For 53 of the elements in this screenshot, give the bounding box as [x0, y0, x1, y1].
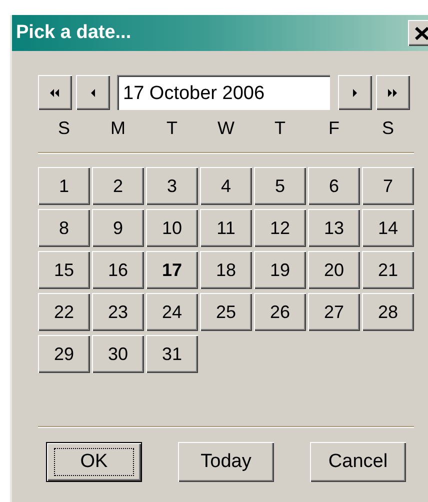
- weekday-label: S: [56, 117, 71, 140]
- day-button[interactable]: 14: [362, 209, 414, 247]
- day-button[interactable]: 24: [146, 293, 198, 331]
- day-button[interactable]: 27: [308, 293, 360, 331]
- left-arrow-icon: [90, 88, 96, 96]
- day-button[interactable]: 19: [254, 251, 306, 289]
- day-button[interactable]: 9: [92, 209, 144, 247]
- close-icon: [415, 26, 428, 40]
- day-button[interactable]: 17: [146, 251, 198, 289]
- day-button[interactable]: 13: [308, 209, 360, 247]
- day-button[interactable]: 2: [92, 167, 144, 205]
- weekday-label: F: [328, 117, 340, 140]
- ok-button[interactable]: OK: [46, 442, 142, 482]
- day-button[interactable]: 10: [146, 209, 198, 247]
- day-button[interactable]: 21: [362, 251, 414, 289]
- day-button[interactable]: 30: [92, 335, 144, 373]
- day-button[interactable]: 31: [146, 335, 198, 373]
- cancel-button[interactable]: Cancel: [310, 442, 406, 482]
- day-button[interactable]: 29: [38, 335, 90, 373]
- weekday-label: T: [166, 117, 178, 140]
- day-button[interactable]: 1: [38, 167, 90, 205]
- date-field[interactable]: 17 October 2006: [117, 75, 330, 110]
- day-button[interactable]: 26: [254, 293, 306, 331]
- right-arrow-icon: [352, 88, 358, 96]
- close-button[interactable]: [408, 20, 428, 46]
- day-button[interactable]: 6: [308, 167, 360, 205]
- day-button[interactable]: 5: [254, 167, 306, 205]
- day-button[interactable]: 4: [200, 167, 252, 205]
- day-button[interactable]: 25: [200, 293, 252, 331]
- day-button[interactable]: 12: [254, 209, 306, 247]
- day-button[interactable]: 22: [38, 293, 90, 331]
- today-button[interactable]: Today: [178, 442, 274, 482]
- double-left-arrow-icon: [50, 88, 60, 96]
- day-button[interactable]: 20: [308, 251, 360, 289]
- next-year-button[interactable]: [376, 75, 410, 110]
- day-button[interactable]: 7: [362, 167, 414, 205]
- double-right-arrow-icon: [388, 88, 398, 96]
- day-button[interactable]: 3: [146, 167, 198, 205]
- day-button[interactable]: 28: [362, 293, 414, 331]
- previous-month-button[interactable]: [76, 75, 110, 110]
- previous-year-button[interactable]: [38, 75, 72, 110]
- day-button[interactable]: 16: [92, 251, 144, 289]
- day-button[interactable]: 8: [38, 209, 90, 247]
- day-button[interactable]: 18: [200, 251, 252, 289]
- day-button[interactable]: 11: [200, 209, 252, 247]
- weekday-label: W: [216, 117, 236, 140]
- weekday-label: S: [380, 117, 395, 140]
- next-month-button[interactable]: [338, 75, 372, 110]
- day-button[interactable]: 23: [92, 293, 144, 331]
- weekday-label: T: [274, 117, 286, 140]
- weekday-label: M: [110, 117, 126, 140]
- day-button[interactable]: 15: [38, 251, 90, 289]
- window-title: Pick a date...: [16, 22, 132, 44]
